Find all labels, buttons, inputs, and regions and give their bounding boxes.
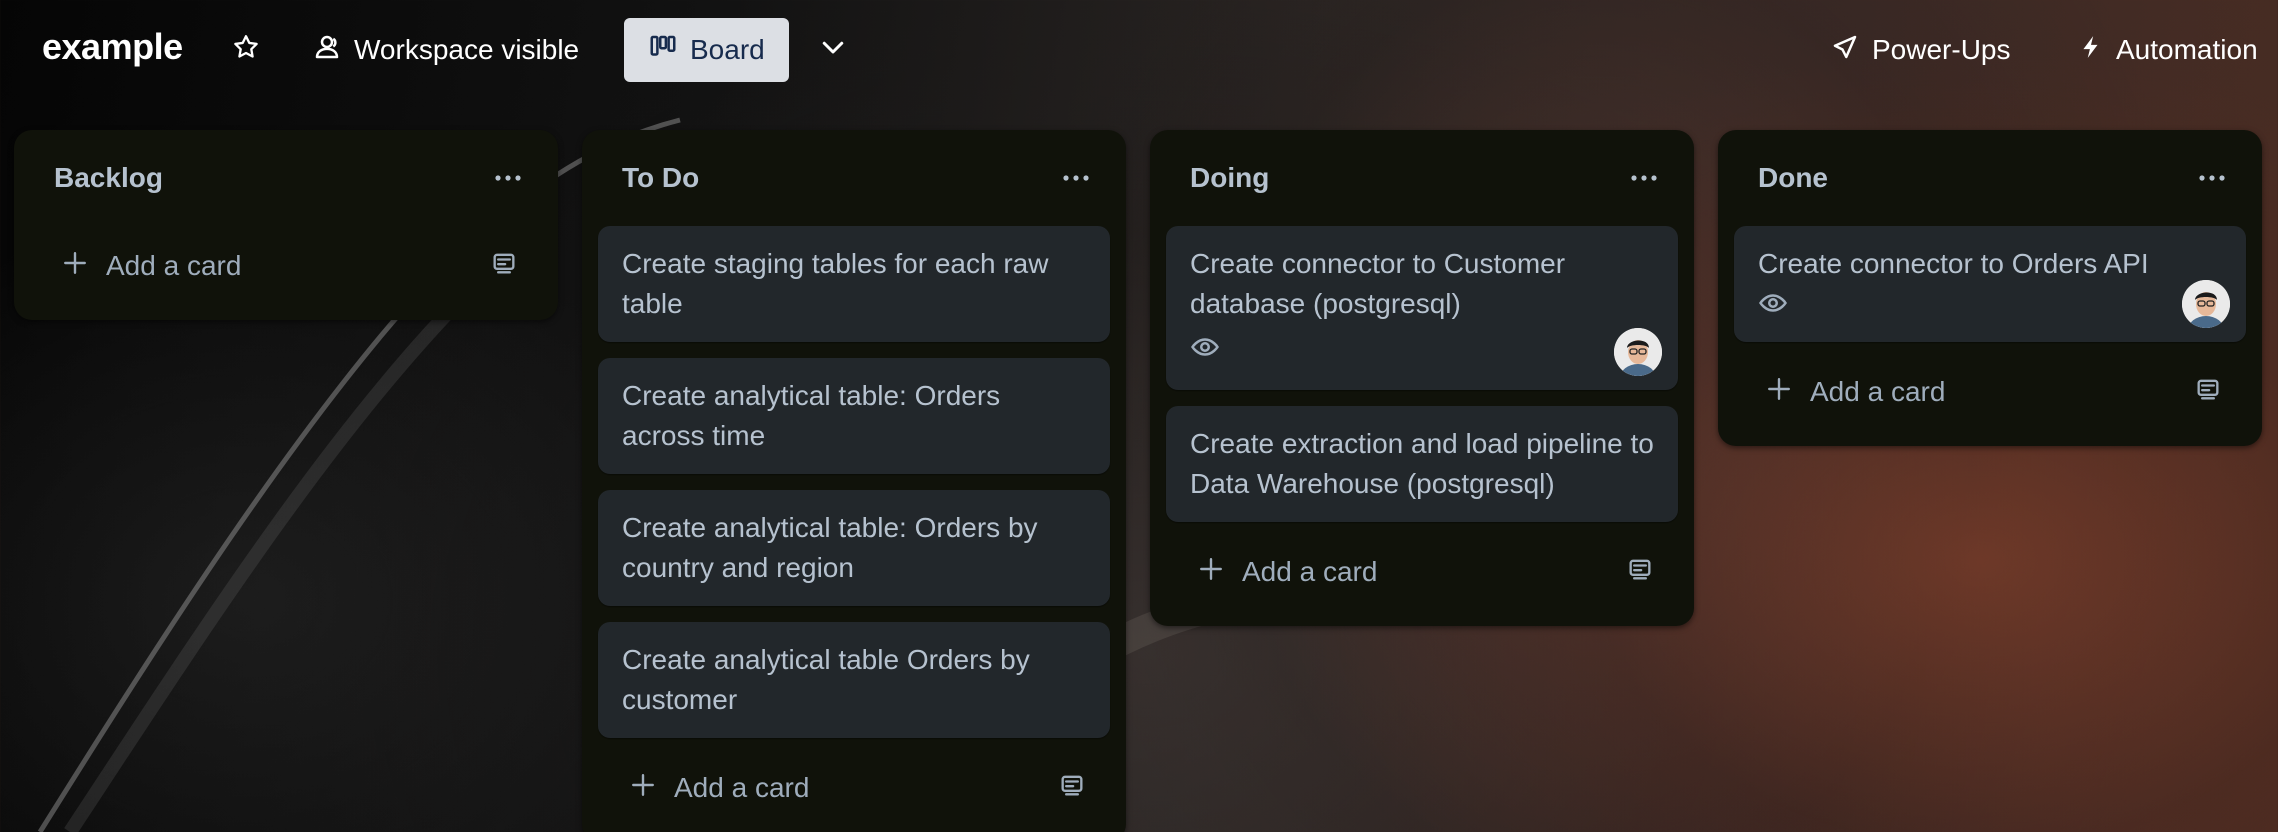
card-badges — [1758, 288, 2222, 328]
card-title: Create staging tables for each raw table — [622, 248, 1049, 319]
card-title: Create analytical table Orders by custom… — [622, 644, 1030, 715]
people-icon — [312, 32, 342, 69]
card[interactable]: Create analytical table: Orders by count… — [598, 490, 1110, 606]
power-ups-label: Power-Ups — [1872, 34, 2011, 65]
more-horizontal-icon[interactable] — [1622, 156, 1666, 200]
template-icon[interactable] — [1626, 555, 1654, 590]
board-view-label: Board — [690, 34, 765, 65]
add-card-label: Add a card — [106, 250, 242, 281]
add-card-button[interactable]: Add a card — [1166, 532, 1678, 612]
add-card-button[interactable]: Add a card — [1734, 352, 2246, 432]
card[interactable]: Create connector to Orders API — [1734, 226, 2246, 342]
template-icon[interactable] — [490, 249, 518, 284]
card-title: Create connector to Orders API — [1758, 248, 2149, 279]
list-doing: Doing Create connector to Customer datab… — [1150, 130, 1694, 626]
list-header[interactable]: Backlog — [14, 130, 558, 226]
card-title: Create extraction and load pipeline to D… — [1190, 428, 1654, 499]
card[interactable]: Create analytical table Orders by custom… — [598, 622, 1110, 738]
more-horizontal-icon[interactable] — [2190, 156, 2234, 200]
card-badges — [1190, 332, 1654, 372]
card-title: Create connector to Customer database (p… — [1190, 248, 1566, 319]
list-title[interactable]: Done — [1758, 162, 1828, 194]
card-list: Create connector to Customer database (p… — [1150, 226, 1694, 522]
automation-button[interactable]: Automation — [2068, 18, 2268, 82]
board-icon — [648, 32, 678, 69]
board-name[interactable]: example — [42, 26, 183, 68]
add-card-label: Add a card — [1242, 556, 1378, 587]
card[interactable]: Create staging tables for each raw table — [598, 226, 1110, 342]
add-card-label: Add a card — [674, 772, 810, 803]
list-title[interactable]: Doing — [1190, 162, 1269, 194]
list-header[interactable]: Doing — [1150, 130, 1694, 226]
list-header[interactable]: To Do — [582, 130, 1126, 226]
card-title: Create analytical table: Orders by count… — [622, 512, 1038, 583]
list-backlog: Backlog Add a card — [14, 130, 558, 320]
card[interactable]: Create analytical table: Orders across t… — [598, 358, 1110, 474]
power-ups-button[interactable]: Power-Ups — [1820, 18, 2020, 82]
more-horizontal-icon[interactable] — [1054, 156, 1098, 200]
card-list: Create staging tables for each raw table… — [582, 226, 1126, 738]
plus-icon — [630, 772, 656, 805]
avatar[interactable] — [1614, 328, 1662, 376]
plus-icon — [1198, 556, 1224, 589]
avatar[interactable] — [2182, 280, 2230, 328]
star-button[interactable] — [224, 18, 268, 82]
list-done: Done Create connector to Orders API Add … — [1718, 130, 2262, 446]
list-title[interactable]: Backlog — [54, 162, 163, 194]
card-title: Create analytical table: Orders across t… — [622, 380, 1001, 451]
automation-label: Automation — [2116, 34, 2258, 65]
rocket-icon — [1830, 32, 1860, 69]
board-view-button[interactable]: Board — [624, 18, 789, 82]
view-switcher-button[interactable] — [808, 18, 858, 82]
card-list: Create connector to Orders API — [1718, 226, 2262, 342]
add-card-button[interactable]: Add a card — [30, 226, 542, 306]
lightning-icon — [2078, 32, 2104, 69]
template-icon[interactable] — [2194, 375, 2222, 410]
eye-icon — [1758, 288, 1788, 329]
plus-icon — [1766, 376, 1792, 409]
card[interactable]: Create extraction and load pipeline to D… — [1166, 406, 1678, 522]
star-icon — [232, 33, 260, 68]
board-header: example Workspace visible Board Power-Up… — [0, 0, 2278, 100]
eye-icon — [1190, 332, 1220, 373]
list-to-do: To Do Create staging tables for each raw… — [582, 130, 1126, 832]
list-header[interactable]: Done — [1718, 130, 2262, 226]
add-card-button[interactable]: Add a card — [598, 748, 1110, 828]
plus-icon — [62, 250, 88, 283]
add-card-label: Add a card — [1810, 376, 1946, 407]
more-horizontal-icon[interactable] — [486, 156, 530, 200]
visibility-button[interactable]: Workspace visible — [302, 18, 589, 82]
visibility-label: Workspace visible — [354, 34, 580, 65]
list-title[interactable]: To Do — [622, 162, 699, 194]
card[interactable]: Create connector to Customer database (p… — [1166, 226, 1678, 390]
chevron-down-icon — [818, 32, 848, 69]
template-icon[interactable] — [1058, 771, 1086, 806]
